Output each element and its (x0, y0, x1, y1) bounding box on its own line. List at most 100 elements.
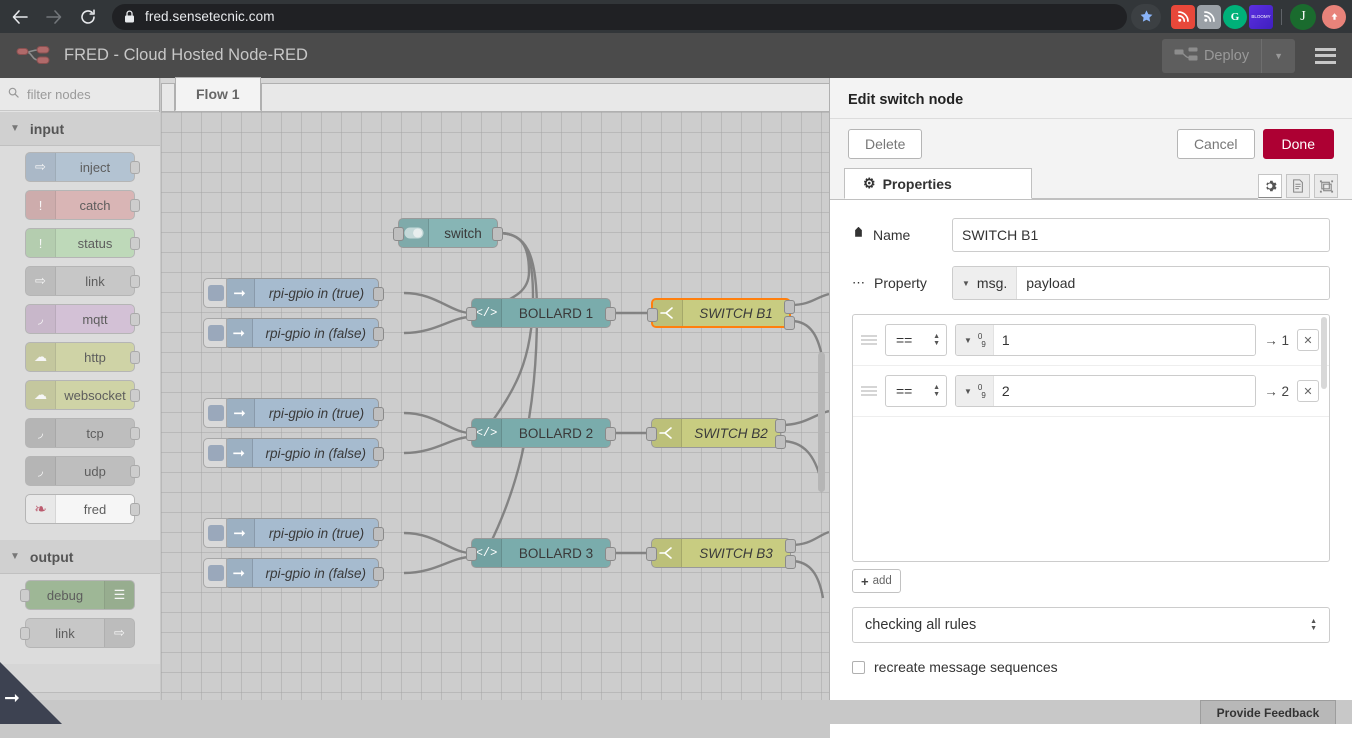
node-input-port[interactable] (647, 308, 658, 322)
flow-canvas[interactable]: switch ➞rpi-gpio in (true) ➞rpi-gpio in (f… (161, 112, 829, 708)
appearance-icon-button[interactable] (1314, 174, 1338, 198)
node-input-port[interactable] (466, 427, 477, 441)
rule-delete-button[interactable]: ✕ (1297, 329, 1319, 351)
rss-feed-gray-icon[interactable] (1197, 5, 1221, 29)
rule-operator-select[interactable]: ==▲▼ (885, 324, 947, 356)
rule-type-dropdown[interactable]: ▼09 (956, 376, 994, 406)
node-output-port[interactable] (785, 555, 796, 569)
gpio-button[interactable] (203, 558, 227, 588)
palette-node-fred[interactable]: ❧fred (25, 494, 135, 524)
add-rule-button[interactable]: + add (852, 569, 901, 593)
node-input-port[interactable] (646, 547, 657, 561)
node-output-port[interactable] (775, 435, 786, 449)
palette-node-link[interactable]: ⇨link (25, 266, 135, 296)
gpio-button[interactable] (203, 398, 227, 428)
reload-button[interactable] (74, 3, 102, 31)
rules-scrollbar[interactable] (1321, 317, 1327, 389)
palette-node-inject[interactable]: ⇨inject (25, 152, 135, 182)
checking-mode-select[interactable]: checking all rules ▲▼ (852, 607, 1330, 643)
purple-extension-icon[interactable]: BLOOMY (1249, 5, 1273, 29)
palette-node-status[interactable]: !status (25, 228, 135, 258)
provide-feedback-tab[interactable]: Provide Feedback (1200, 700, 1336, 724)
node-output-port[interactable] (373, 327, 384, 341)
node-output-port[interactable] (373, 407, 384, 421)
palette-node-catch[interactable]: !catch (25, 190, 135, 220)
node-output-port[interactable] (373, 567, 384, 581)
flow-node-gpio-true-2[interactable]: ➞rpi-gpio in (true) (224, 398, 379, 428)
gpio-button[interactable] (203, 518, 227, 548)
node-output-port[interactable] (605, 427, 616, 441)
name-input[interactable] (952, 218, 1330, 252)
flow-node-gpio-false-1[interactable]: ➞rpi-gpio in (false) (224, 318, 379, 348)
done-button[interactable]: Done (1263, 129, 1334, 159)
gear-icon-button[interactable] (1258, 174, 1282, 198)
tab-properties[interactable]: ⚙ Properties (844, 168, 1032, 199)
node-output-port[interactable] (784, 316, 795, 330)
node-output-port[interactable] (775, 419, 786, 433)
property-type-dropdown[interactable]: ▼ msg. (953, 267, 1017, 299)
flow-node-bollard-3[interactable]: </>BOLLARD 3 (471, 538, 611, 568)
flow-node-gpio-true-1[interactable]: ➞rpi-gpio in (true) (224, 278, 379, 308)
palette-node-link[interactable]: link⇨ (25, 618, 135, 648)
node-output-port[interactable] (373, 527, 384, 541)
node-output-port[interactable] (373, 447, 384, 461)
palette-node-udp[interactable]: ◞udp (25, 456, 135, 486)
canvas-vertical-scrollbar[interactable] (818, 352, 825, 492)
node-input-port[interactable] (466, 547, 477, 561)
rule-value-input[interactable] (994, 376, 1255, 406)
tab-flow-1[interactable]: Flow 1 (175, 77, 261, 111)
recreate-sequences-checkbox[interactable] (852, 661, 865, 674)
palette-category-output[interactable]: ▼output (0, 540, 160, 574)
rule-operator-select[interactable]: ==▲▼ (885, 375, 947, 407)
palette-scroll-area[interactable]: ▼input ⇨inject !catch !status ⇨link ◞mqtt ☁htt… (0, 112, 160, 692)
palette-category-input[interactable]: ▼input (0, 112, 160, 146)
address-bar[interactable]: fred.sensetecnic.com (112, 4, 1127, 30)
cancel-button[interactable]: Cancel (1177, 129, 1255, 159)
flow-node-bollard-1[interactable]: </>BOLLARD 1 (471, 298, 611, 328)
node-output-port[interactable] (605, 307, 616, 321)
flow-node-gpio-false-3[interactable]: ➞rpi-gpio in (false) (224, 558, 379, 588)
drag-handle-icon[interactable] (861, 335, 877, 345)
deploy-button[interactable]: Deploy ▼ (1162, 39, 1295, 73)
flow-node-bollard-2[interactable]: </>BOLLARD 2 (471, 418, 611, 448)
node-output-port[interactable] (492, 227, 503, 241)
node-output-port[interactable] (605, 547, 616, 561)
palette-node-mqtt[interactable]: ◞mqtt (25, 304, 135, 334)
grammarly-icon[interactable]: G (1223, 5, 1247, 29)
description-icon-button[interactable] (1286, 174, 1310, 198)
forward-button[interactable] (40, 3, 68, 31)
gpio-button[interactable] (203, 278, 227, 308)
gpio-button[interactable] (203, 318, 227, 348)
palette-node-http[interactable]: ☁http (25, 342, 135, 372)
rss-feed-red-icon[interactable] (1171, 5, 1195, 29)
rule-delete-button[interactable]: ✕ (1297, 380, 1319, 402)
flow-node-switch-b2[interactable]: SWITCH B2 (651, 418, 781, 448)
node-output-port[interactable] (373, 287, 384, 301)
delete-button[interactable]: Delete (848, 129, 922, 159)
rule-value-input[interactable] (994, 325, 1255, 355)
bookmark-star-button[interactable] (1131, 4, 1161, 30)
flow-node-switch-toggle[interactable]: switch (398, 218, 498, 248)
profile-avatar[interactable]: J (1290, 4, 1316, 30)
palette-node-websocket[interactable]: ☁websocket (25, 380, 135, 410)
node-output-port[interactable] (785, 539, 796, 553)
flow-node-gpio-true-3[interactable]: ➞rpi-gpio in (true) (224, 518, 379, 548)
hamburger-menu-icon[interactable] (1315, 48, 1336, 64)
property-value-input[interactable] (1017, 267, 1329, 299)
palette-node-debug[interactable]: debug☰ (25, 580, 135, 610)
deploy-dropdown-caret-icon[interactable]: ▼ (1261, 39, 1295, 73)
gpio-button[interactable] (203, 438, 227, 468)
back-button[interactable] (6, 3, 34, 31)
node-input-port[interactable] (466, 307, 477, 321)
flow-node-switch-b3[interactable]: SWITCH B3 (651, 538, 791, 568)
node-input-port[interactable] (646, 427, 657, 441)
node-input-port[interactable] (393, 227, 404, 241)
drag-handle-icon[interactable] (861, 386, 877, 396)
node-output-port[interactable] (784, 300, 795, 314)
update-icon[interactable] (1322, 5, 1346, 29)
flow-node-switch-b1[interactable]: SWITCH B1 (651, 298, 791, 328)
flow-node-gpio-false-2[interactable]: ➞rpi-gpio in (false) (224, 438, 379, 468)
rule-type-dropdown[interactable]: ▼09 (956, 325, 994, 355)
palette-node-tcp[interactable]: ◞tcp (25, 418, 135, 448)
filter-nodes-input[interactable] (25, 86, 145, 103)
